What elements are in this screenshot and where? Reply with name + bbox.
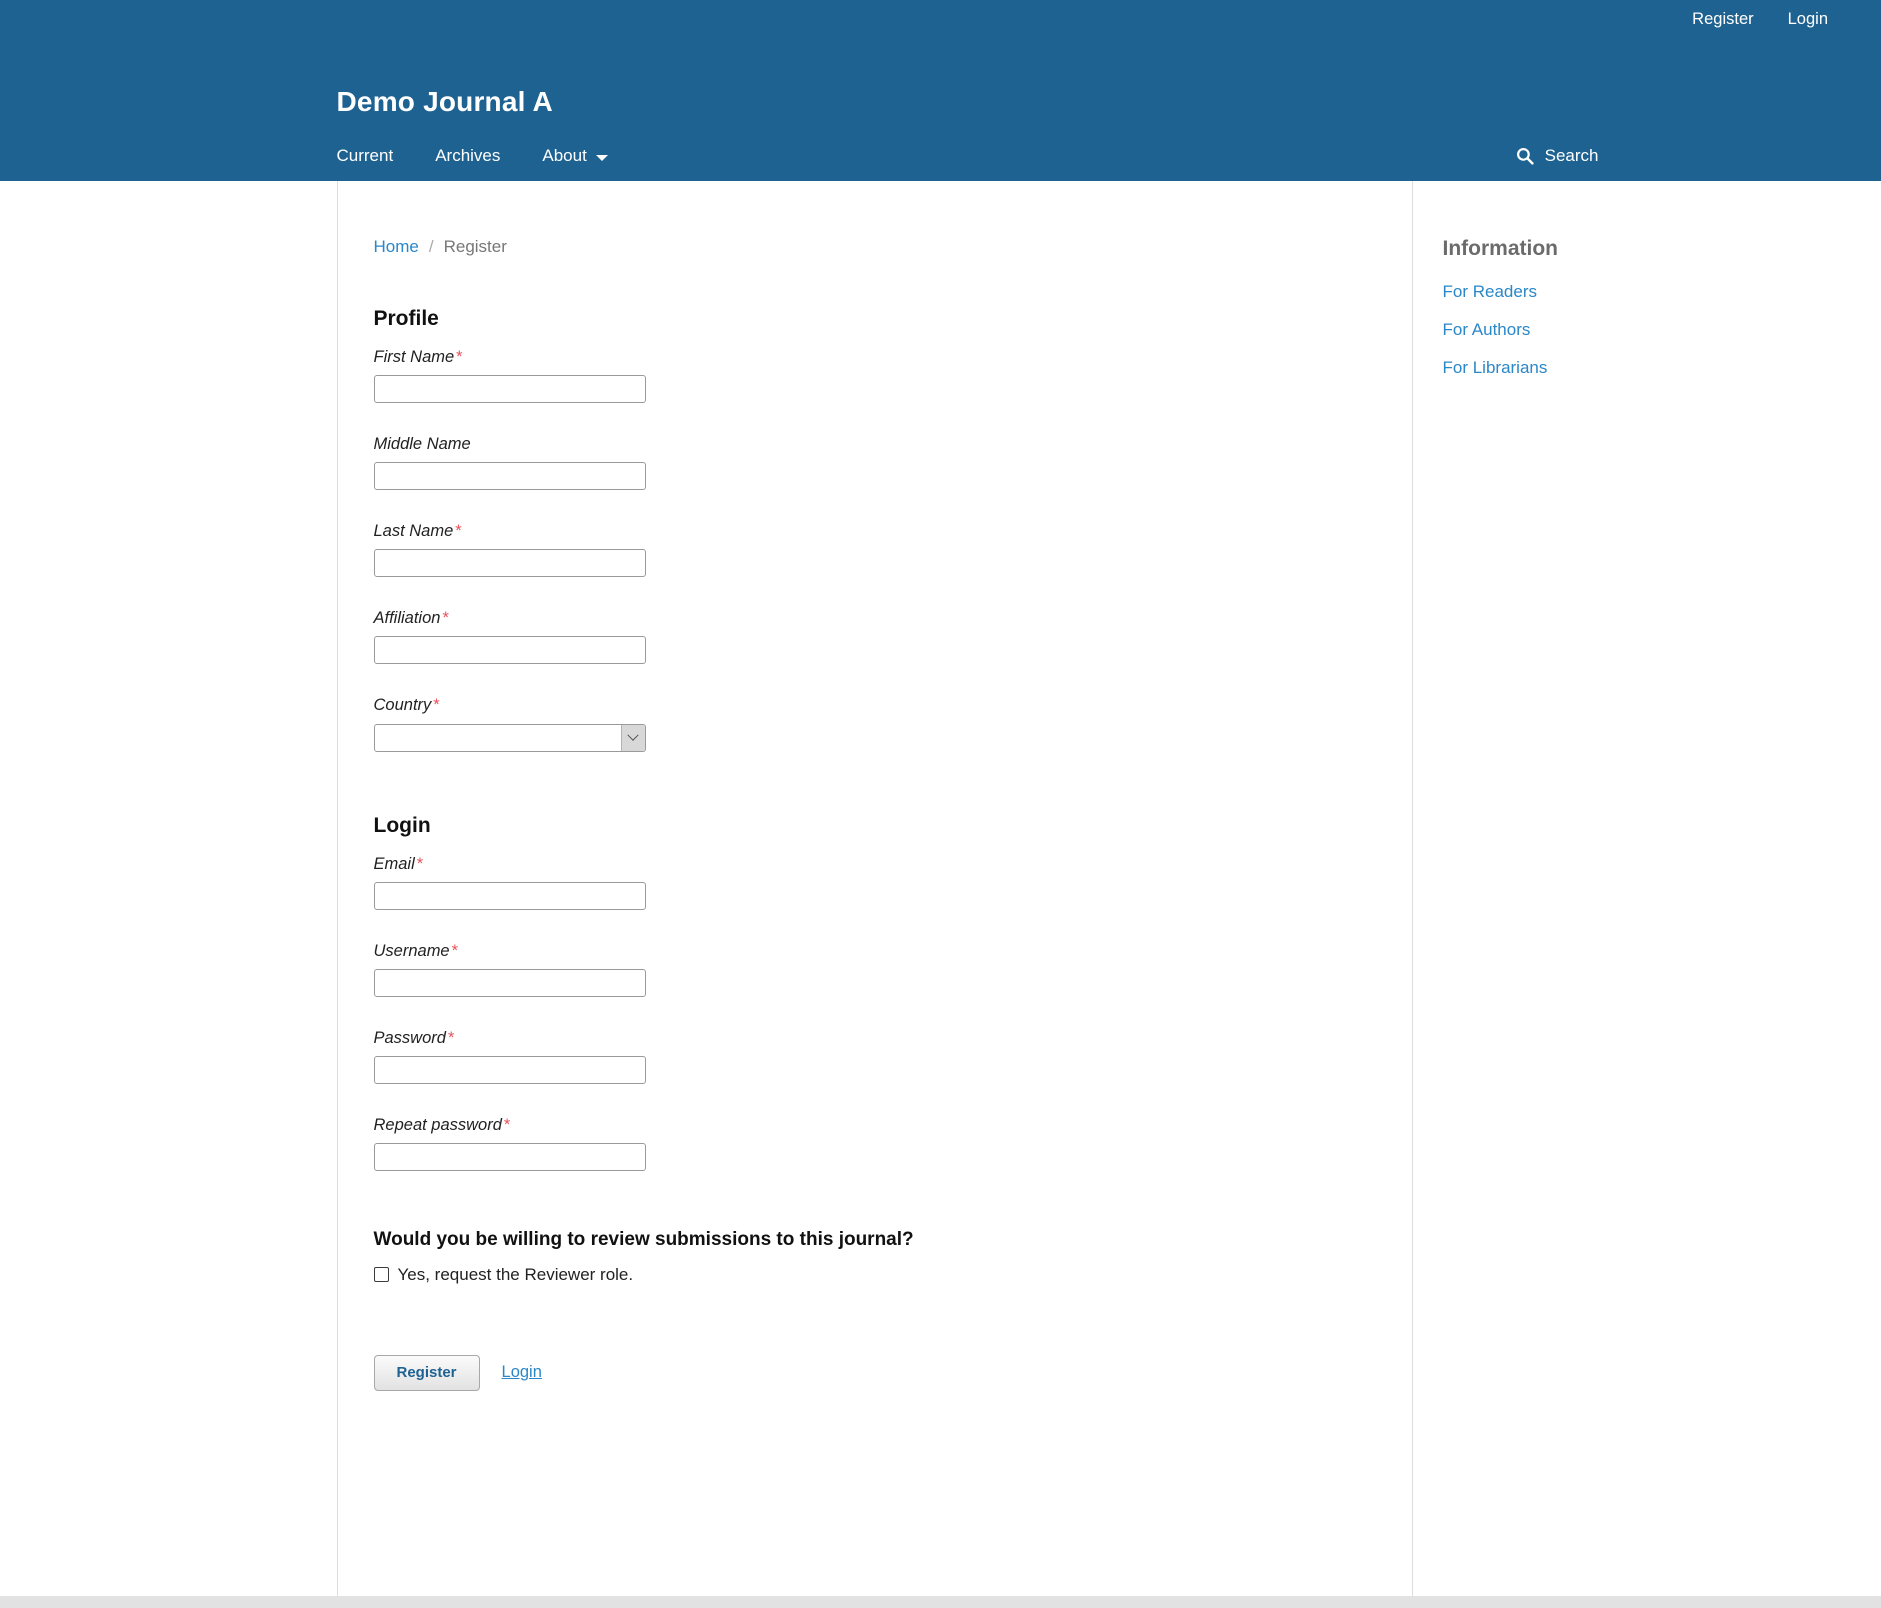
label-password: Password *	[374, 1027, 1352, 1050]
repeat-password-input[interactable]	[373, 1143, 646, 1172]
profile-heading: Profile	[373, 306, 439, 330]
nav-item-current[interactable]: Current	[337, 143, 414, 169]
page-body: Home / Register Profile First Name * Middle	[0, 181, 1881, 1596]
login-link[interactable]: Login	[502, 1363, 542, 1382]
form-actions: Register Login	[373, 1354, 1352, 1391]
field-group-middle-name: Middle Name	[373, 433, 1352, 491]
breadcrumb-home[interactable]: Home	[374, 237, 419, 256]
page-inner: Home / Register Profile First Name * Middle	[121, 181, 1761, 1596]
label-text-email: Email	[373, 854, 415, 873]
last-name-input[interactable]	[373, 549, 646, 578]
breadcrumb-current: Register	[443, 237, 507, 256]
label-text-middle-name: Middle Name	[373, 435, 471, 454]
label-text-username: Username	[373, 941, 450, 960]
list-item: For Authors	[1443, 318, 1760, 342]
chevron-down-icon	[595, 154, 608, 161]
label-text-country: Country	[373, 696, 432, 715]
header-inner: Demo Journal A Current Archives About Se…	[121, 0, 1761, 181]
password-input[interactable]	[373, 1056, 646, 1085]
label-text-repeat-password: Repeat password	[373, 1116, 502, 1135]
main-content: Home / Register Profile First Name * Middle	[336, 181, 1413, 1596]
required-marker: *	[442, 609, 449, 628]
sidebar-title: Information	[1442, 237, 1559, 260]
required-marker: *	[447, 1029, 455, 1048]
login-section: Login Email * Username * Password * Repe…	[373, 812, 1352, 1172]
site-header: Register Login Demo Journal A Current Ar…	[0, 0, 1881, 181]
sidebar-link-list: For Readers For Authors For Librarians	[1443, 280, 1760, 379]
country-select-wrapper	[373, 723, 646, 752]
list-item: For Librarians	[1443, 356, 1760, 380]
field-group-affiliation: Affiliation *	[373, 607, 1352, 665]
nav-item-about[interactable]: About	[542, 143, 627, 169]
label-last-name: Last Name *	[374, 520, 1352, 543]
label-text-first-name: First Name	[373, 348, 455, 367]
user-nav-login[interactable]: Login	[1771, 0, 1845, 38]
field-group-username: Username *	[373, 940, 1352, 998]
nav-label-current: Current	[336, 146, 394, 165]
breadcrumb-separator: /	[428, 237, 434, 256]
site-title: Demo Journal A	[336, 86, 553, 117]
email-input[interactable]	[373, 881, 646, 910]
label-text-affiliation: Affiliation	[373, 609, 441, 628]
label-text-password: Password	[373, 1029, 446, 1048]
affiliation-input[interactable]	[373, 636, 646, 665]
reviewer-checkbox[interactable]	[373, 1266, 389, 1282]
nav-label-about: About	[542, 146, 587, 165]
reviewer-checkbox-label[interactable]: Yes, request the Reviewer role.	[398, 1263, 634, 1287]
nav-label-archives: Archives	[435, 146, 501, 165]
register-button[interactable]: Register	[373, 1354, 480, 1391]
field-group-country: Country *	[373, 694, 1352, 752]
required-marker: *	[455, 522, 462, 541]
field-group-first-name: First Name *	[373, 346, 1352, 404]
reviewer-section: Would you be willing to review submissio…	[373, 1227, 1352, 1287]
required-marker: *	[416, 854, 424, 873]
login-heading: Login	[373, 813, 431, 837]
sidebar-item-for-librarians[interactable]: For Librarians	[1443, 358, 1548, 377]
nav-item-archives[interactable]: Archives	[435, 143, 520, 169]
reviewer-checkbox-row[interactable]: Yes, request the Reviewer role.	[373, 1263, 1352, 1287]
main-navigation: Current Archives About	[337, 143, 628, 169]
label-affiliation: Affiliation *	[374, 607, 1352, 630]
list-item: For Readers	[1443, 280, 1760, 304]
search-icon	[1516, 147, 1534, 165]
required-marker: *	[451, 941, 459, 960]
label-country: Country *	[374, 694, 1352, 717]
label-repeat-password: Repeat password *	[374, 1114, 1352, 1137]
footer-strip	[0, 1596, 1881, 1608]
username-input[interactable]	[373, 969, 646, 998]
sidebar-item-for-authors[interactable]: For Authors	[1443, 320, 1531, 339]
required-marker: *	[503, 1116, 511, 1135]
middle-name-input[interactable]	[373, 462, 646, 491]
registration-form: Profile First Name * Middle Name Last Na…	[373, 305, 1352, 1391]
search-label: Search	[1544, 146, 1599, 165]
label-middle-name: Middle Name	[374, 433, 1352, 456]
reviewer-question: Would you be willing to review submissio…	[373, 1229, 914, 1251]
label-text-last-name: Last Name	[373, 522, 454, 541]
sidebar-item-for-readers[interactable]: For Readers	[1443, 282, 1537, 301]
label-first-name: First Name *	[374, 346, 1352, 369]
required-marker: *	[456, 348, 463, 367]
field-group-email: Email *	[373, 853, 1352, 910]
label-email: Email *	[374, 853, 1352, 876]
required-marker: *	[433, 696, 440, 715]
breadcrumb: Home / Register	[374, 235, 1352, 259]
country-select[interactable]	[373, 723, 646, 752]
search-link[interactable]: Search	[1516, 143, 1599, 169]
profile-section: Profile First Name * Middle Name Last Na…	[373, 305, 1352, 752]
first-name-input[interactable]	[373, 375, 646, 404]
field-group-last-name: Last Name *	[373, 520, 1352, 578]
label-username: Username *	[374, 940, 1352, 963]
sidebar: Information For Readers For Authors For …	[1413, 181, 1760, 1596]
field-group-password: Password *	[373, 1027, 1352, 1085]
field-group-repeat-password: Repeat password *	[373, 1114, 1352, 1172]
